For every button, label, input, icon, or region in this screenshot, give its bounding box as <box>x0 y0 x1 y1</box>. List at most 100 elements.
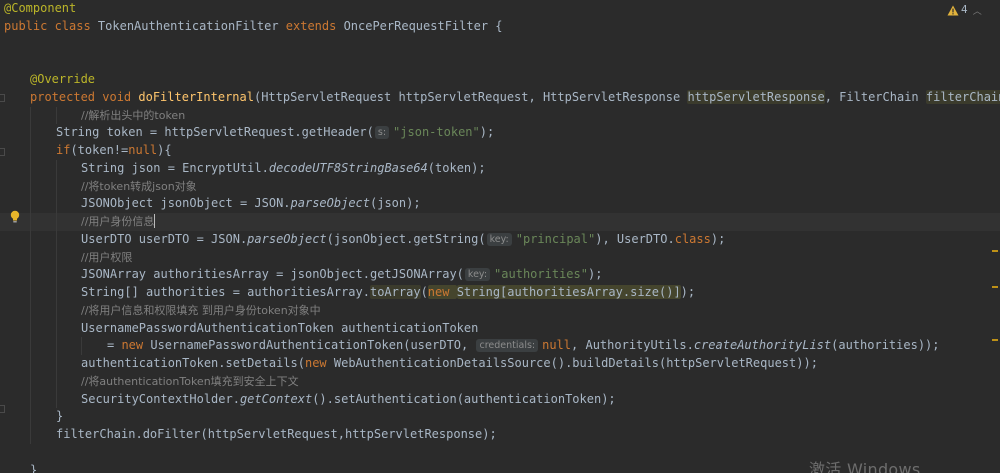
indent-guide <box>56 355 57 373</box>
code-text: @Override <box>30 71 95 89</box>
code-line[interactable] <box>0 36 1000 54</box>
indent-guide <box>30 284 31 302</box>
indent-guide <box>30 355 31 373</box>
code-text: //将token转成json对象 <box>81 178 197 196</box>
indent-guide <box>56 106 57 125</box>
code-token: extends <box>285 18 344 33</box>
code-token: ), UserDTO. <box>595 231 675 246</box>
code-text: protected void doFilterInternal(HttpServ… <box>30 89 1000 107</box>
code-line[interactable]: = new UsernamePasswordAuthenticationToke… <box>0 337 1000 355</box>
code-token: new <box>121 338 151 353</box>
code-token: ( <box>420 285 428 299</box>
code-text: String token = httpServletRequest.getHea… <box>56 124 494 142</box>
code-token: ); <box>710 231 726 246</box>
code-line[interactable]: String json = EncryptUtil.decodeUTF8Stri… <box>0 159 1000 178</box>
code-token: class <box>674 231 711 246</box>
code-text: authenticationToken.setDetails(new WebAu… <box>81 355 818 373</box>
code-token: JSONObject jsonObject = JSON. <box>81 196 291 211</box>
code-line[interactable]: UsernamePasswordAuthenticationToken auth… <box>0 319 1000 338</box>
indent-guide <box>56 337 57 355</box>
indent-guide <box>56 266 57 284</box>
code-line[interactable]: filterChain.doFilter(httpServletRequest,… <box>0 426 1000 444</box>
error-stripe[interactable] <box>992 0 1000 473</box>
code-token: UsernamePasswordAuthenticationToken auth… <box>81 320 479 335</box>
code-line[interactable]: SecurityContextHolder.getContext().setAu… <box>0 390 1000 409</box>
code-text: filterChain.doFilter(httpServletRequest,… <box>56 426 497 444</box>
code-line[interactable]: authenticationToken.setDetails(new WebAu… <box>0 355 1000 373</box>
code-line[interactable]: //解析出头中的token <box>0 106 1000 125</box>
indent-guide <box>30 301 31 320</box>
indent-guide <box>30 159 31 178</box>
code-line[interactable]: @Override <box>0 71 1000 89</box>
code-line[interactable]: if(token!=null){ <box>0 142 1000 160</box>
inspection-widget[interactable]: 4 ︿ <box>947 3 982 17</box>
indent-guide <box>30 408 31 426</box>
code-token: "authorities" <box>494 267 588 282</box>
indent-guide <box>56 213 57 231</box>
parameter-hint: s: <box>374 126 390 140</box>
code-line[interactable]: JSONObject jsonObject = JSON.parseObject… <box>0 195 1000 213</box>
chevron-up-icon[interactable]: ︿ <box>973 4 982 17</box>
code-line[interactable]: UserDTO userDTO = JSON.parseObject(jsonO… <box>0 230 1000 249</box>
code-line[interactable]: protected void doFilterInternal(HttpServ… <box>0 89 1000 107</box>
code-comment: //解析出头中的token <box>81 108 186 122</box>
code-text: //将authenticationToken填充到安全上下文 <box>81 373 299 391</box>
code-token: parseObject <box>290 196 370 211</box>
code-text: SecurityContextHolder.getContext().setAu… <box>81 391 616 409</box>
indent-guide <box>30 106 31 125</box>
code-line[interactable]: String token = httpServletRequest.getHea… <box>0 124 1000 142</box>
code-token: String token = httpServletRequest.getHea… <box>56 125 374 140</box>
indent-guide <box>56 372 57 391</box>
code-token: , AuthorityUtils. <box>571 338 694 353</box>
code-line[interactable]: //用户身份信息 <box>0 213 1000 231</box>
code-token: } <box>56 409 64 424</box>
code-token: null <box>128 143 158 157</box>
warning-stripe-mark[interactable] <box>992 286 998 288</box>
indent-guide <box>30 213 31 231</box>
code-text: //解析出头中的token <box>81 107 185 125</box>
activate-windows-watermark: 激活 Windows <box>809 460 921 473</box>
parameter-hint: key: <box>464 268 491 282</box>
code-token: (token!= <box>70 143 129 157</box>
code-token: ); <box>587 267 603 282</box>
code-area[interactable]: @Component public class TokenAuthenticati… <box>0 0 1000 473</box>
indent-guide <box>30 124 31 142</box>
lightbulb-icon[interactable] <box>9 209 21 223</box>
code-token: ); <box>479 125 495 140</box>
code-line[interactable]: //将authenticationToken填充到安全上下文 <box>0 372 1000 391</box>
parameter-hint: key: <box>486 232 512 246</box>
code-token: new <box>427 285 457 299</box>
parameter-hint: credentials: <box>476 339 539 353</box>
code-line[interactable]: } <box>0 408 1000 426</box>
code-text: } <box>56 408 63 426</box>
warning-count: 4 <box>961 4 968 16</box>
code-text: } <box>30 462 37 473</box>
warning-stripe-mark[interactable] <box>992 339 998 341</box>
indent-guide <box>30 390 31 409</box>
code-text: //用户身份信息 <box>81 213 156 231</box>
code-line[interactable] <box>0 53 1000 71</box>
code-line[interactable]: //将用户信息和权限填充 到用户身份token对象中 <box>0 301 1000 320</box>
warning-stripe-mark[interactable] <box>992 250 998 252</box>
code-editor[interactable]: @Component public class TokenAuthenticati… <box>0 0 1000 473</box>
code-line[interactable]: //将token转成json对象 <box>0 177 1000 196</box>
code-token: UserDTO userDTO = JSON. <box>81 231 248 246</box>
code-token: public class <box>4 18 98 33</box>
code-token: String json = EncryptUtil. <box>81 160 269 175</box>
code-token: TokenAuthenticationFilter <box>97 18 286 33</box>
code-text: String[] authorities = authoritiesArray.… <box>81 284 695 302</box>
code-comment: //用户身份信息 <box>81 215 155 228</box>
code-text: JSONObject jsonObject = JSON.parseObject… <box>81 195 421 213</box>
code-line[interactable]: JSONArray authoritiesArray = jsonObject.… <box>0 266 1000 284</box>
code-line[interactable]: String[] authorities = authoritiesArray.… <box>0 284 1000 302</box>
code-token: @Component <box>4 1 77 15</box>
code-token: getContext <box>239 391 313 406</box>
code-line[interactable]: public class TokenAuthenticationFilter e… <box>0 18 1000 36</box>
indent-guide <box>56 177 57 196</box>
code-token: , FilterChain <box>824 89 926 104</box>
code-text: UsernamePasswordAuthenticationToken auth… <box>81 320 478 338</box>
code-line[interactable]: //用户权限 <box>0 248 1000 267</box>
code-token: "json-token" <box>393 125 480 140</box>
code-token: createAuthorityList <box>693 338 832 353</box>
code-line[interactable]: @Component <box>0 0 1000 18</box>
